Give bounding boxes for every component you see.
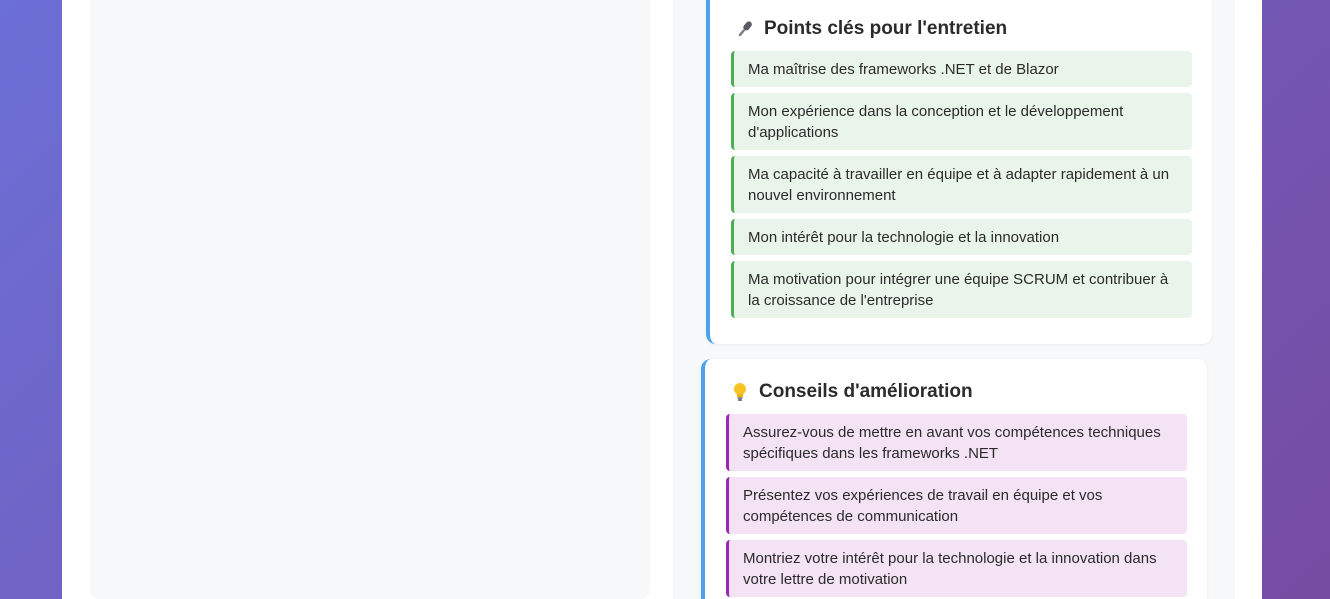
advice-item: Montriez votre intérêt pour la technolog… [726,540,1187,597]
interview-point-item: Ma capacité à travailler en équipe et à … [731,156,1192,213]
improvement-advice-heading: Conseils d'amélioration [729,381,973,403]
advice-text: Montriez votre intérêt pour la technolog… [743,549,1157,588]
advice-text: Assurez-vous de mettre en avant vos comp… [743,423,1161,462]
improvement-advice-title: Conseils d'amélioration [759,381,973,402]
interview-point-text: Ma maîtrise des frameworks .NET et de Bl… [748,60,1059,78]
interview-point-item: Ma maîtrise des frameworks .NET et de Bl… [731,51,1192,87]
advice-item: Présentez vos expériences de travail en … [726,477,1187,534]
interview-point-text: Ma motivation pour intégrer une équipe S… [748,270,1169,309]
interview-point-text: Mon intérêt pour la technologie et la in… [748,228,1060,246]
advice-item: Assurez-vous de mettre en avant vos comp… [726,414,1187,471]
interview-point-text: Ma capacité à travailler en équipe et à … [748,165,1170,204]
advice-text: Présentez vos expériences de travail en … [743,486,1103,525]
improvement-advice-card: Conseils d'amélioration Assurez-vous de … [701,359,1207,599]
interview-point-item: Ma motivation pour intégrer une équipe S… [731,261,1192,318]
interview-points-card: Points clés pour l'entretien Ma maîtrise… [706,0,1212,344]
interview-points-title: Points clés pour l'entretien [764,18,1008,39]
microphone-icon [734,18,756,40]
lightbulb-icon [729,381,751,403]
interview-points-heading: Points clés pour l'entretien [734,18,1007,40]
left-column-panel [90,0,650,599]
interview-point-text: Mon expérience dans la conception et le … [748,102,1124,141]
interview-point-item: Mon intérêt pour la technologie et la in… [731,219,1192,255]
interview-point-item: Mon expérience dans la conception et le … [731,93,1192,150]
